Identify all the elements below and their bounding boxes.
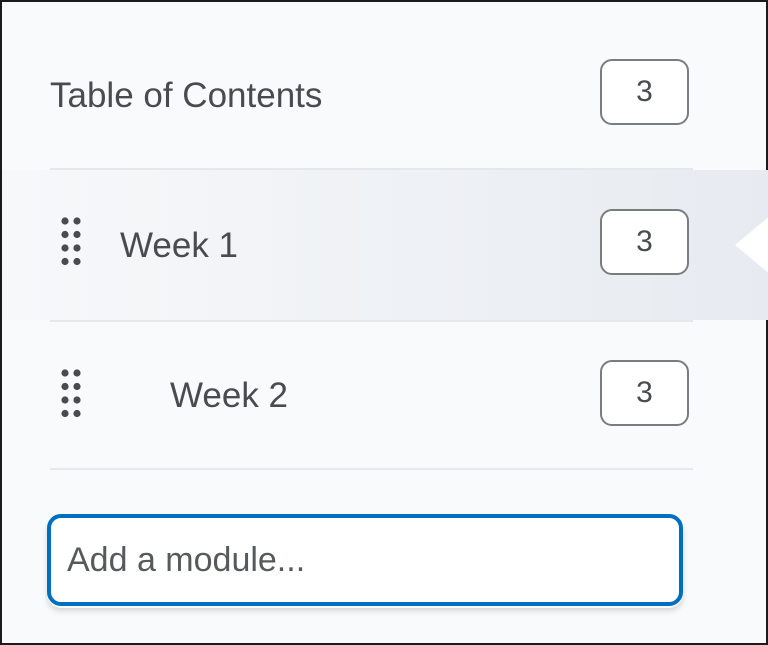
module-label[interactable]: Week 2	[170, 374, 288, 418]
divider	[50, 468, 693, 470]
module-label[interactable]: Week 1	[120, 224, 238, 268]
divider	[50, 320, 693, 322]
module-count-badge: 3	[600, 209, 689, 275]
toc-count-badge: 3	[600, 59, 689, 125]
add-module-input[interactable]	[47, 514, 683, 606]
table-of-contents-panel: Table of Contents 3 Week 1 3 Week 2 3 Ad…	[0, 0, 768, 645]
caret-left-icon	[735, 215, 768, 275]
module-count-badge: 3	[600, 360, 689, 426]
toc-title[interactable]: Table of Contents	[50, 74, 322, 118]
drag-handle-icon[interactable]	[60, 368, 82, 420]
drag-handle-icon[interactable]	[60, 216, 82, 268]
